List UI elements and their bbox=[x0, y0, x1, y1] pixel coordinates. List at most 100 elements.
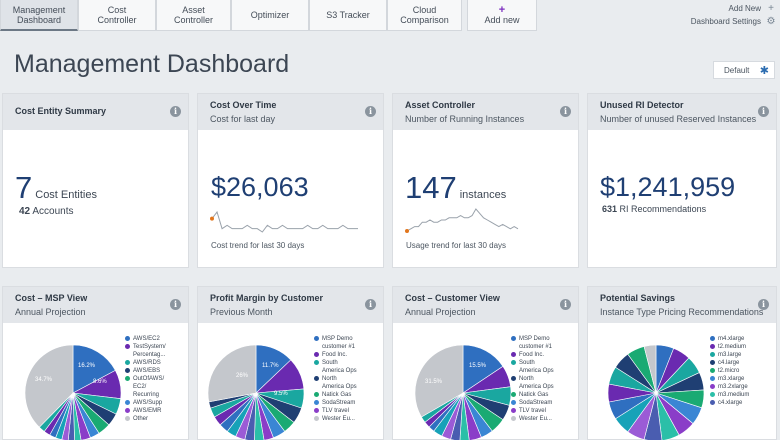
legend-item[interactable]: North America Ops bbox=[511, 375, 577, 391]
legend-item[interactable]: Natick Gas bbox=[511, 391, 577, 399]
info-icon[interactable]: i bbox=[758, 299, 769, 310]
dashboard-settings-link[interactable]: Dashboard Settings ⚙ bbox=[691, 15, 776, 28]
profit-pie-chart[interactable]: 11.7% 9.5% 26% bbox=[206, 343, 306, 440]
legend-label: c4.large bbox=[718, 360, 740, 366]
customer-pie-chart[interactable]: 15.5% 31.5% bbox=[413, 343, 513, 440]
profit-margin-card[interactable]: Profit Margin by Customer Previous Month… bbox=[197, 286, 384, 440]
legend-label: AWS/Supp bbox=[133, 400, 163, 406]
legend-item[interactable]: AWS/EBS bbox=[125, 367, 189, 375]
legend-label: South America Ops bbox=[322, 360, 357, 374]
legend-label: m3.large bbox=[718, 352, 742, 358]
card-title: Unused RI Detector bbox=[600, 100, 684, 110]
cost-value: $26,063 bbox=[211, 172, 309, 202]
legend-dot bbox=[125, 368, 130, 373]
legend-dot bbox=[710, 368, 715, 373]
legend-item[interactable]: TLV travel bbox=[511, 407, 577, 415]
pie-label: 34.7% bbox=[35, 377, 53, 383]
tab-label: Add new bbox=[484, 15, 520, 25]
legend-item[interactable]: South America Ops bbox=[511, 359, 577, 375]
card-header: Cost – Customer View Annual Projection i bbox=[393, 287, 578, 323]
legend-item[interactable]: t2.micro bbox=[710, 367, 776, 375]
legend-item[interactable]: AWS/EMR bbox=[125, 407, 189, 415]
legend-label: MSP Demo customer #1 bbox=[322, 336, 356, 350]
tab-cost-controller[interactable]: Cost Controller bbox=[78, 0, 156, 31]
pie-label: 31.5% bbox=[425, 379, 443, 385]
card-header: Cost Entity Summary i bbox=[3, 94, 188, 130]
tab-optimizer[interactable]: Optimizer bbox=[231, 0, 309, 31]
legend-item[interactable]: SodaStream bbox=[314, 399, 382, 407]
legend-item[interactable]: Natick Gas bbox=[314, 391, 382, 399]
pie-label: 15.5% bbox=[469, 363, 487, 369]
info-icon[interactable]: i bbox=[560, 299, 571, 310]
legend-label: North America Ops bbox=[322, 376, 357, 390]
usage-trend-label: Usage trend for last 30 days bbox=[406, 241, 507, 250]
cost-trend-label: Cost trend for last 30 days bbox=[211, 241, 305, 250]
legend-dot bbox=[511, 400, 516, 405]
cost-over-time-card[interactable]: Cost Over Time Cost for last day i $26,0… bbox=[197, 93, 384, 268]
tab-s3-tracker[interactable]: S3 Tracker bbox=[309, 0, 387, 31]
legend-label: Food Inc. bbox=[519, 352, 545, 358]
legend-item[interactable]: m3.large bbox=[710, 351, 776, 359]
legend-item[interactable]: MSP Demo customer #1 bbox=[511, 335, 577, 351]
legend-item[interactable]: South America Ops bbox=[314, 359, 382, 375]
cost-entity-summary-card[interactable]: Cost Entity Summary i 7 Cost Entities 42 … bbox=[2, 93, 189, 268]
legend-item[interactable]: MSP Demo customer #1 bbox=[314, 335, 382, 351]
pie-label: 16.2% bbox=[78, 363, 96, 369]
legend-item[interactable]: m3.medium bbox=[710, 391, 776, 399]
legend-dot bbox=[125, 408, 130, 413]
legend-item[interactable]: AWS/EC2 bbox=[125, 335, 189, 343]
legend-item[interactable]: AWS/Supp bbox=[125, 399, 189, 407]
legend-item[interactable]: North America Ops bbox=[314, 375, 382, 391]
cost-msp-view-card[interactable]: Cost – MSP View Annual Projection i 16.2… bbox=[2, 286, 189, 440]
savings-pie-chart[interactable] bbox=[606, 343, 706, 440]
legend-dot bbox=[710, 336, 715, 341]
tab-management-dashboard[interactable]: Management Dashboard bbox=[0, 0, 78, 31]
legend-item[interactable]: m4.xlarge bbox=[710, 335, 776, 343]
info-icon[interactable]: i bbox=[560, 106, 571, 117]
msp-pie-chart[interactable]: 16.2% 8.6% 34.7% bbox=[23, 343, 123, 440]
unused-ri-detector-card[interactable]: Unused RI Detector Number of unused Rese… bbox=[587, 93, 777, 268]
pie-label: 9.5% bbox=[274, 391, 288, 397]
legend-item[interactable]: TLV travel bbox=[314, 407, 382, 415]
legend-item[interactable]: Food Inc. bbox=[511, 351, 577, 359]
legend-item[interactable]: c4.xlarge bbox=[710, 399, 776, 407]
info-icon[interactable]: i bbox=[758, 106, 769, 117]
tab-asset-controller[interactable]: Asset Controller bbox=[156, 0, 231, 31]
asset-controller-card[interactable]: Asset Controller Number of Running Insta… bbox=[392, 93, 579, 268]
legend-dot bbox=[314, 392, 319, 397]
info-icon[interactable]: i bbox=[170, 299, 181, 310]
sparkline-start-dot bbox=[210, 216, 214, 221]
legend-item[interactable]: OutOfAWS/ EC2/ Recurring bbox=[125, 375, 189, 399]
gear-icon: ⚙ bbox=[766, 16, 776, 27]
tab-cloud-comparison[interactable]: Cloud Comparison bbox=[387, 0, 462, 31]
info-icon[interactable]: i bbox=[170, 106, 181, 117]
card-title: Cost – Customer View bbox=[405, 293, 500, 303]
legend-item[interactable]: m3.2xlarge bbox=[710, 383, 776, 391]
cost-customer-view-card[interactable]: Cost – Customer View Annual Projection i… bbox=[392, 286, 579, 440]
legend-item[interactable]: Food Inc. bbox=[314, 351, 382, 359]
ri-recommendations: 631 RI Recommendations bbox=[602, 204, 707, 214]
sparkline-start-dot bbox=[405, 229, 409, 233]
sparkline-path bbox=[406, 208, 519, 232]
legend-item[interactable]: c4.large bbox=[710, 359, 776, 367]
legend-item[interactable]: t2.medium bbox=[710, 343, 776, 351]
legend-item[interactable]: TestSystem/ Percentag... bbox=[125, 343, 189, 359]
potential-savings-card[interactable]: Potential Savings Instance Type Pricing … bbox=[587, 286, 777, 440]
legend-item[interactable]: Other bbox=[125, 415, 189, 423]
tab-label: Asset Controller bbox=[173, 5, 213, 25]
legend-item[interactable]: m3.xlarge bbox=[710, 375, 776, 383]
accounts-count: 42 Accounts bbox=[19, 206, 74, 217]
info-icon[interactable]: i bbox=[365, 106, 376, 117]
legend-label: TestSystem/ Percentag... bbox=[133, 344, 166, 358]
legend-dot bbox=[710, 392, 715, 397]
add-new-label: Add New bbox=[728, 4, 761, 13]
default-dashboard-button[interactable]: Default ✱ bbox=[713, 61, 775, 79]
legend-item[interactable]: AWS/RDS bbox=[125, 359, 189, 367]
add-new-link[interactable]: Add New + bbox=[691, 2, 776, 15]
tab-add-new[interactable]: + Add new bbox=[467, 0, 537, 31]
legend-dot bbox=[314, 408, 319, 413]
legend-item[interactable]: Wester Eu... bbox=[511, 415, 577, 423]
legend-item[interactable]: Wester Eu... bbox=[314, 415, 382, 423]
legend-item[interactable]: SodaStream bbox=[511, 399, 577, 407]
info-icon[interactable]: i bbox=[365, 299, 376, 310]
